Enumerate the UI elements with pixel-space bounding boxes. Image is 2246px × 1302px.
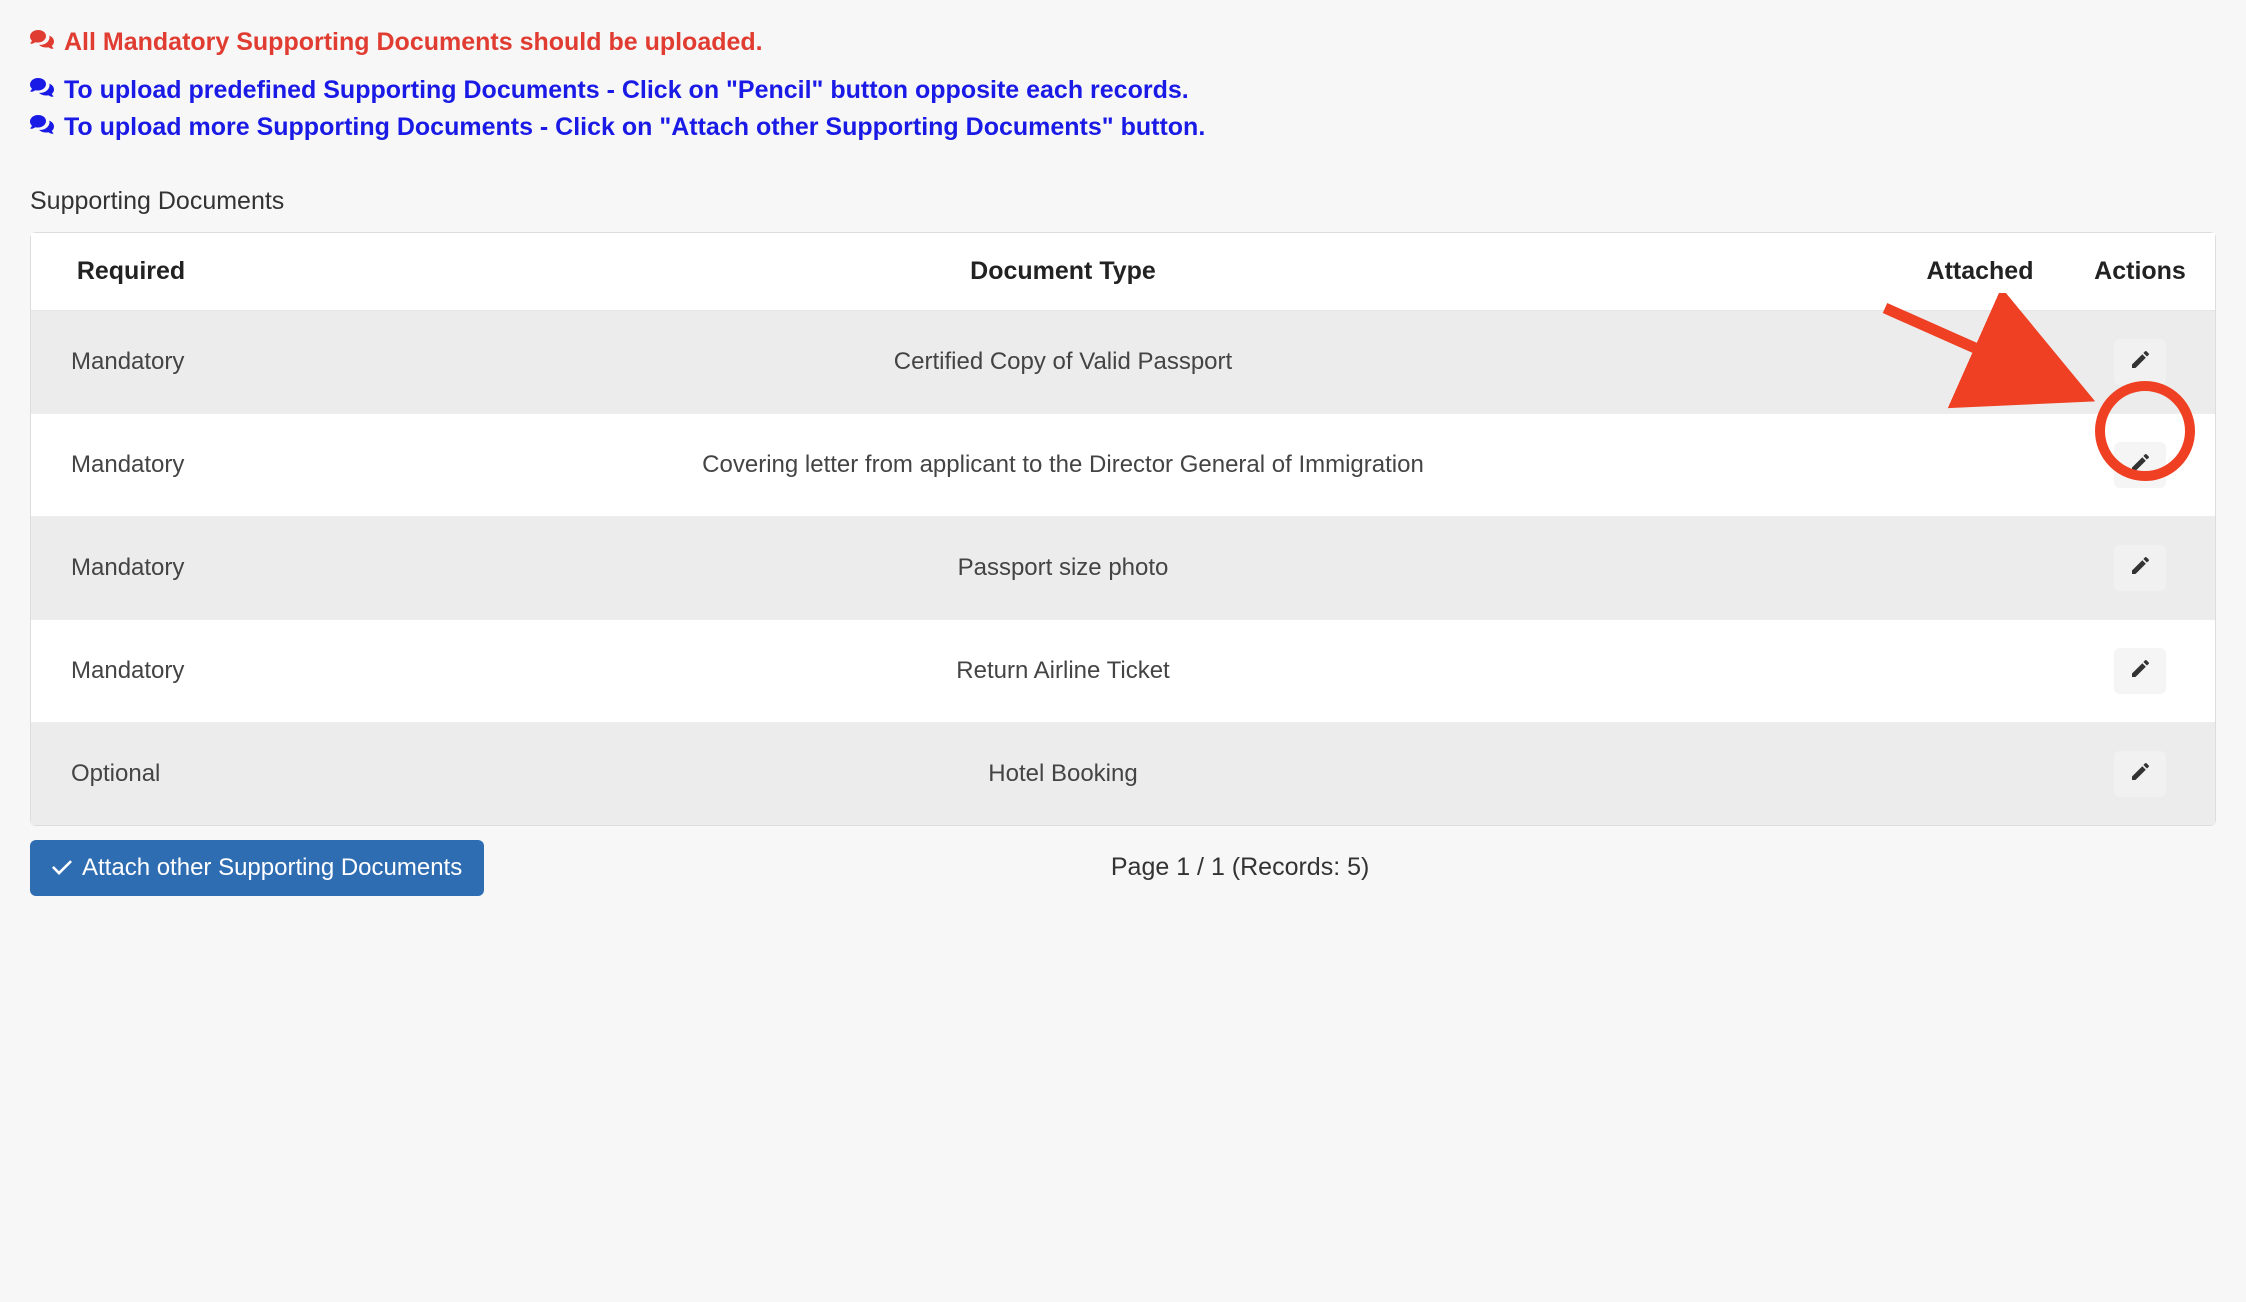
cell-actions — [2065, 722, 2215, 825]
cell-attached — [1895, 310, 2065, 413]
cell-attached — [1895, 413, 2065, 516]
check-icon — [52, 854, 72, 882]
instructions-block: All Mandatory Supporting Documents shoul… — [30, 24, 2216, 147]
instruction-line-3: To upload more Supporting Documents - Cl… — [30, 109, 2216, 147]
cell-type: Passport size photo — [231, 516, 1895, 619]
instruction-text-3: To upload more Supporting Documents - Cl… — [64, 109, 1205, 147]
comments-icon — [30, 74, 54, 112]
header-type: Document Type — [231, 233, 1895, 311]
comments-icon — [30, 26, 54, 64]
pencil-icon — [2130, 762, 2150, 785]
table-row: MandatoryCertified Copy of Valid Passpor… — [31, 310, 2215, 413]
cell-type: Return Airline Ticket — [231, 619, 1895, 722]
attach-other-documents-button[interactable]: Attach other Supporting Documents — [30, 840, 484, 896]
cell-required: Mandatory — [31, 310, 231, 413]
table-footer: Attach other Supporting Documents Page 1… — [30, 840, 2216, 896]
pencil-icon — [2130, 453, 2150, 476]
cell-required: Mandatory — [31, 619, 231, 722]
edit-button[interactable] — [2114, 339, 2166, 385]
cell-type: Certified Copy of Valid Passport — [231, 310, 1895, 413]
cell-attached — [1895, 722, 2065, 825]
instruction-line-1: All Mandatory Supporting Documents shoul… — [30, 24, 2216, 62]
pencil-icon — [2130, 350, 2150, 373]
edit-button[interactable] — [2114, 442, 2166, 488]
edit-button[interactable] — [2114, 648, 2166, 694]
cell-type: Covering letter from applicant to the Di… — [231, 413, 1895, 516]
cell-attached — [1895, 619, 2065, 722]
pencil-icon — [2130, 659, 2150, 682]
table-row: MandatoryCovering letter from applicant … — [31, 413, 2215, 516]
cell-actions — [2065, 516, 2215, 619]
cell-actions — [2065, 619, 2215, 722]
header-actions: Actions — [2065, 233, 2215, 311]
instruction-text-2: To upload predefined Supporting Document… — [64, 72, 1189, 110]
edit-button[interactable] — [2114, 545, 2166, 591]
pagination-info: Page 1 / 1 (Records: 5) — [514, 853, 2216, 882]
section-title: Supporting Documents — [30, 187, 2216, 216]
documents-table: Required Document Type Attached Actions … — [31, 233, 2215, 825]
instruction-text-1: All Mandatory Supporting Documents shoul… — [64, 24, 763, 62]
cell-required: Mandatory — [31, 516, 231, 619]
cell-required: Mandatory — [31, 413, 231, 516]
cell-required: Optional — [31, 722, 231, 825]
header-required: Required — [31, 233, 231, 311]
documents-table-wrap: Required Document Type Attached Actions … — [30, 232, 2216, 826]
edit-button[interactable] — [2114, 751, 2166, 797]
cell-actions — [2065, 413, 2215, 516]
cell-type: Hotel Booking — [231, 722, 1895, 825]
table-row: OptionalHotel Booking — [31, 722, 2215, 825]
table-row: MandatoryPassport size photo — [31, 516, 2215, 619]
table-row: MandatoryReturn Airline Ticket — [31, 619, 2215, 722]
cell-attached — [1895, 516, 2065, 619]
instruction-line-2: To upload predefined Supporting Document… — [30, 72, 2216, 110]
cell-actions — [2065, 310, 2215, 413]
pencil-icon — [2130, 556, 2150, 579]
header-attached: Attached — [1895, 233, 2065, 311]
attach-button-label: Attach other Supporting Documents — [82, 854, 462, 882]
comments-icon — [30, 111, 54, 149]
